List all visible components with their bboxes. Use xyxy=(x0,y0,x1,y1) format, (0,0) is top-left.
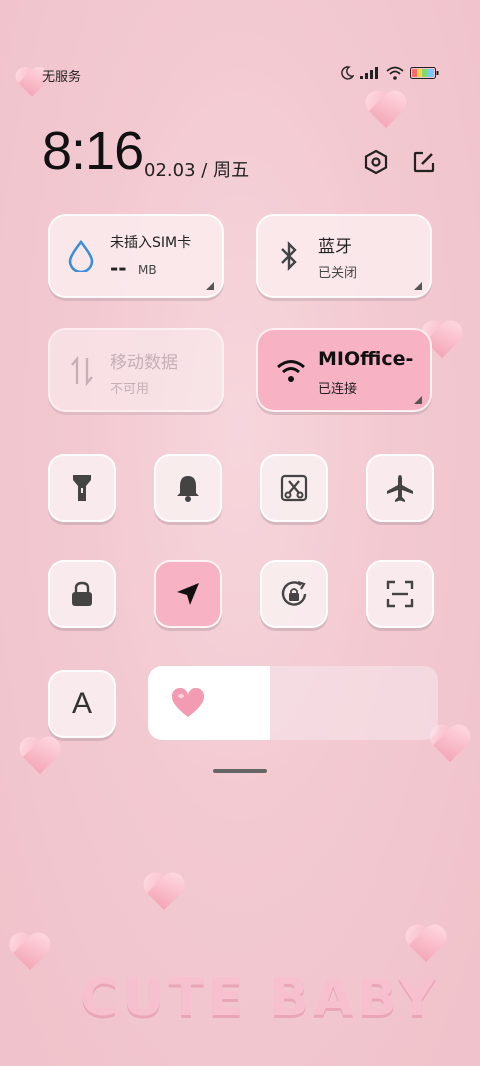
lock-screen-toggle[interactable] xyxy=(48,560,116,628)
airplane-mode-toggle[interactable] xyxy=(366,454,434,522)
carrier-text: 无服务 xyxy=(42,70,82,85)
battery-icon xyxy=(410,67,439,79)
mobile-data-title: 移动数据 xyxy=(110,353,178,373)
sim-data-card[interactable]: 未插入SIM卡 -- MB xyxy=(48,214,224,298)
screenshot-icon xyxy=(280,474,308,502)
rotation-lock-toggle[interactable] xyxy=(260,560,328,628)
location-icon xyxy=(177,583,199,605)
scan-icon xyxy=(386,580,414,608)
font-letter-label: A xyxy=(71,687,92,720)
heart-decoration xyxy=(404,926,448,966)
expand-corner-icon xyxy=(206,282,214,290)
water-drop-icon xyxy=(68,240,94,272)
moon-icon xyxy=(341,66,354,80)
sim-unit: MB xyxy=(138,263,157,277)
edit-button[interactable] xyxy=(410,148,438,176)
font-size-button[interactable]: A xyxy=(48,670,116,738)
settings-icon xyxy=(364,149,388,175)
date-separator: / xyxy=(201,160,208,181)
wifi-status: 已连接 xyxy=(318,382,358,397)
expand-corner-icon xyxy=(414,396,422,404)
signal-icon xyxy=(360,67,378,79)
location-toggle[interactable] xyxy=(154,560,222,628)
brightness-fill xyxy=(148,666,270,740)
clock-date: 02.03 / 周五 xyxy=(144,156,249,182)
drag-handle[interactable] xyxy=(213,769,267,773)
bluetooth-status: 已关闭 xyxy=(318,266,358,281)
wallpaper-text: CUTE BABY xyxy=(80,968,440,1028)
airplane-icon xyxy=(387,475,413,502)
data-transfer-icon xyxy=(71,356,93,386)
weekday-text: 周五 xyxy=(213,160,250,181)
brightness-slider[interactable] xyxy=(148,666,438,740)
sim-value: -- xyxy=(110,256,127,280)
date-text: 02.03 xyxy=(144,160,196,181)
rotation-lock-icon xyxy=(281,580,307,606)
wifi-icon xyxy=(277,360,305,382)
mobile-data-card[interactable]: 移动数据 不可用 xyxy=(48,328,224,412)
flashlight-toggle[interactable] xyxy=(48,454,116,522)
heart-decoration xyxy=(142,874,186,914)
status-bar: 无服务 xyxy=(42,66,440,86)
wifi-network-name: MIOffice- xyxy=(318,348,414,370)
scanner-toggle[interactable] xyxy=(366,560,434,628)
mute-toggle[interactable] xyxy=(154,454,222,522)
bluetooth-title: 蓝牙 xyxy=(318,237,352,257)
sim-title: 未插入SIM卡 xyxy=(110,235,192,251)
bell-icon xyxy=(177,476,199,502)
heart-decoration xyxy=(18,738,62,778)
clock-time: 8:16 xyxy=(42,121,144,181)
flashlight-icon xyxy=(73,475,91,501)
bluetooth-icon xyxy=(281,241,297,271)
screenshot-toggle[interactable] xyxy=(260,454,328,522)
heart-decoration xyxy=(364,92,408,132)
wifi-icon xyxy=(386,66,404,80)
wifi-card[interactable]: MIOffice- 已连接 xyxy=(256,328,432,412)
edit-icon xyxy=(413,151,435,173)
lock-icon xyxy=(72,581,92,606)
mobile-data-status: 不可用 xyxy=(110,382,150,397)
settings-button[interactable] xyxy=(362,148,390,176)
heart-decoration xyxy=(8,934,52,974)
heart-icon xyxy=(171,687,205,717)
bluetooth-card[interactable]: 蓝牙 已关闭 xyxy=(256,214,432,298)
expand-corner-icon xyxy=(414,282,422,290)
